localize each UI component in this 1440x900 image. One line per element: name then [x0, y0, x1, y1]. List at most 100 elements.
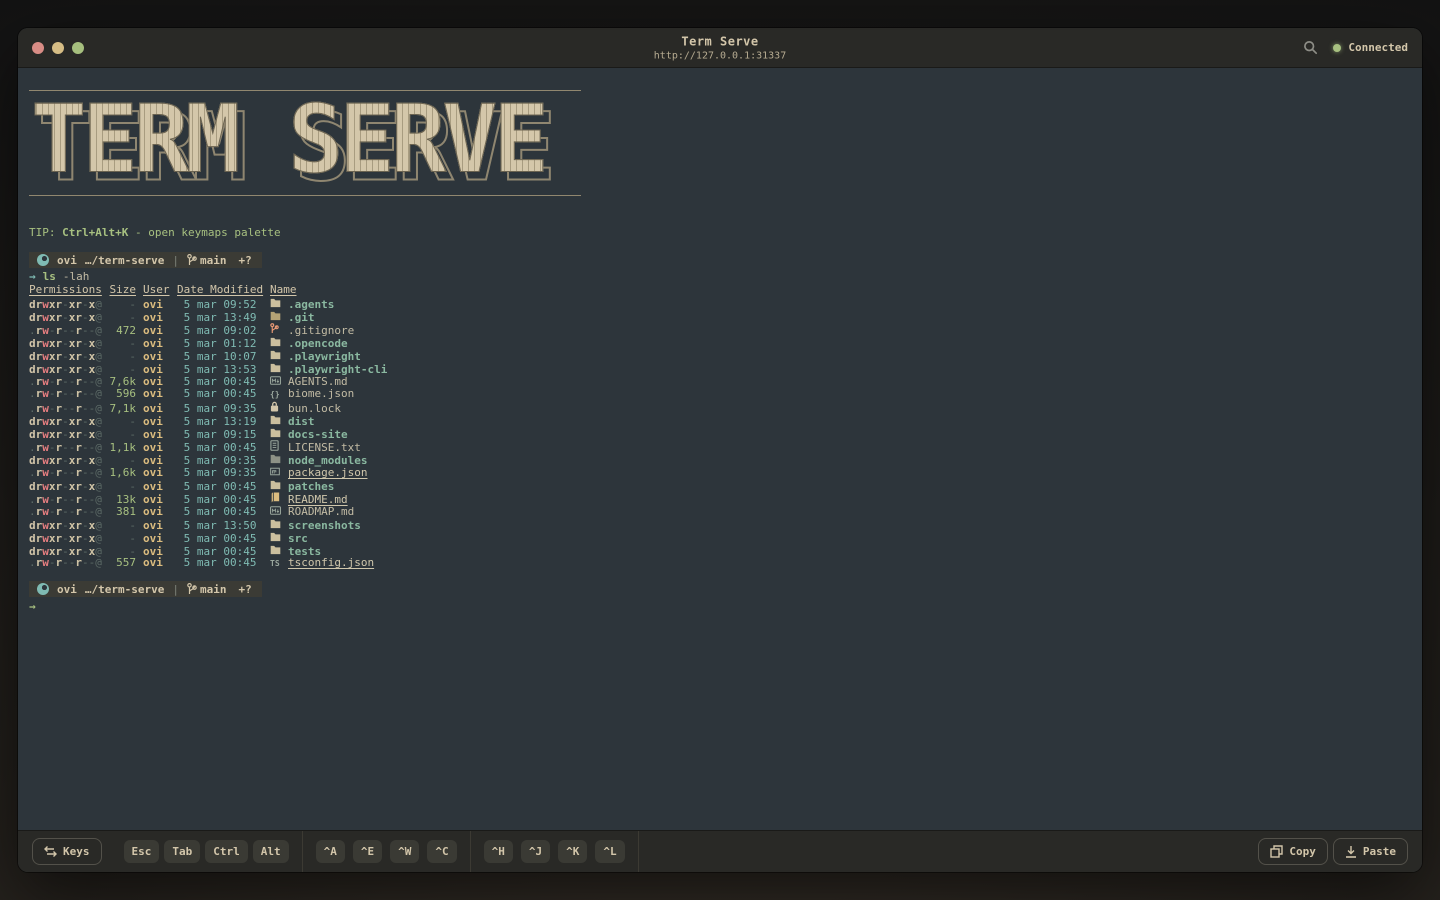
ctrl-e-key-button[interactable]: ^E	[353, 840, 382, 863]
ls-row: drwxr-xr-x@-ovi 5 mar 09:15docs-site	[29, 426, 1408, 439]
maximize-button[interactable]	[72, 42, 84, 54]
os-icon	[37, 583, 49, 595]
ls-row: drwxr-xr-x@-ovi 5 mar 09:35node_modules	[29, 452, 1408, 465]
git-folder-icon	[270, 309, 283, 322]
esc-key-button[interactable]: Esc	[124, 840, 160, 863]
file-permissions: drwxr-xr-x@	[29, 428, 109, 441]
file-permissions: .rw-r--r--@	[29, 402, 109, 415]
folder-icon	[270, 296, 283, 309]
folder-icon	[270, 361, 283, 374]
file-owner: ovi	[143, 415, 170, 428]
file-date: 5 mar 09:02	[177, 324, 263, 337]
file-date: 5 mar 13:50	[177, 519, 263, 532]
ls-row: .rw-r--r--@557ovi 5 mar 00:45TStsconfig.…	[29, 556, 1408, 569]
ctrl-a-key-button[interactable]: ^A	[316, 840, 345, 863]
close-button[interactable]	[32, 42, 44, 54]
file-owner: ovi	[143, 480, 170, 493]
prompt-arrow: →	[29, 600, 36, 613]
file-name: .playwright-cli	[288, 363, 1408, 376]
file-name: .git	[288, 311, 1408, 324]
file-date: 5 mar 09:35	[177, 466, 263, 479]
search-icon[interactable]	[1303, 40, 1319, 56]
ls-column-header: Date Modified	[177, 283, 263, 296]
file-name: tsconfig.json	[288, 556, 1408, 569]
file-name: patches	[288, 480, 1408, 493]
terminal-screen[interactable]: TERM SERVE TERM SERVE TIP: Ctrl+Alt+K - …	[18, 68, 1422, 830]
swap-arrows-icon	[44, 846, 57, 857]
git-branch-icon	[187, 254, 197, 266]
file-owner: ovi	[143, 387, 170, 400]
document-icon	[270, 439, 283, 452]
ls-column-header: Name	[270, 283, 1408, 296]
alt-key-button[interactable]: Alt	[253, 840, 289, 863]
command-args: -lah	[63, 270, 90, 283]
folder-icon	[270, 517, 283, 530]
bottom-toolbar: Keys EscTabCtrlAlt ^A ^E ^W ^C ^H ^J ^K ^L Cop…	[18, 830, 1422, 872]
file-owner: ovi	[143, 337, 170, 350]
file-permissions: .rw-r--r--@	[29, 324, 109, 337]
file-permissions: .rw-r--r--@	[29, 387, 109, 400]
file-permissions: drwxr-xr-x@	[29, 350, 109, 363]
minimize-button[interactable]	[52, 42, 64, 54]
copy-button[interactable]: Copy	[1258, 838, 1328, 865]
ls-row: .rw-r--r--@472ovi 5 mar 09:02.gitignore	[29, 322, 1408, 335]
file-owner: ovi	[143, 363, 170, 376]
ls-row: drwxr-xr-x@-ovi 5 mar 13:53.playwright-c…	[29, 361, 1408, 374]
window-title-group: Term Serve http://127.0.0.1:31337	[654, 34, 786, 61]
file-owner: ovi	[143, 519, 170, 532]
file-size: 1,6k	[109, 466, 136, 479]
file-name: screenshots	[288, 519, 1408, 532]
connected-dot-icon	[1333, 44, 1341, 52]
paste-icon	[1345, 845, 1357, 858]
ctrl-l-key-button[interactable]: ^L	[595, 840, 624, 863]
file-name: .agents	[288, 298, 1408, 311]
file-owner: ovi	[143, 556, 170, 569]
markdown-icon	[270, 374, 283, 387]
file-owner: ovi	[143, 466, 170, 479]
file-size: -	[109, 519, 136, 532]
file-owner: ovi	[143, 441, 170, 454]
file-date: 5 mar 09:35	[177, 402, 263, 415]
file-owner: ovi	[143, 402, 170, 415]
keys-button[interactable]: Keys	[32, 838, 102, 865]
file-date: 5 mar 13:19	[177, 415, 263, 428]
file-owner: ovi	[143, 505, 170, 518]
file-size: -	[109, 350, 136, 363]
command-name: ls	[43, 270, 56, 283]
file-name: bun.lock	[288, 402, 1408, 415]
cursor-line: →	[29, 600, 1408, 613]
folder-icon	[270, 335, 283, 348]
titlebar-controls: Connected	[1303, 40, 1408, 56]
ctrl-k-key-button[interactable]: ^K	[558, 840, 587, 863]
file-permissions: .rw-r--r--@	[29, 441, 109, 454]
file-owner: ovi	[143, 298, 170, 311]
folder-icon	[270, 478, 283, 491]
ctrl-c-key-button[interactable]: ^C	[427, 840, 456, 863]
prompt-arrow: →	[29, 270, 36, 283]
ctrl-h-key-button[interactable]: ^H	[484, 840, 513, 863]
file-permissions: .rw-r--r--@	[29, 466, 109, 479]
readme-book-icon	[270, 491, 283, 504]
file-permissions: drwxr-xr-x@	[29, 337, 109, 350]
file-size: 381	[109, 505, 136, 518]
file-owner: ovi	[143, 428, 170, 441]
paste-button[interactable]: Paste	[1333, 838, 1408, 865]
ctrl-w-key-button[interactable]: ^W	[390, 840, 419, 863]
ctrl-key-button[interactable]: Ctrl	[205, 840, 248, 863]
file-name: .playwright	[288, 350, 1408, 363]
file-permissions: drwxr-xr-x@	[29, 480, 109, 493]
tab-key-button[interactable]: Tab	[164, 840, 200, 863]
git-status: +?	[238, 254, 251, 267]
ls-row: .rw-r--r--@381ovi 5 mar 00:45ROADMAP.md	[29, 504, 1408, 517]
git-branch: main	[187, 254, 227, 267]
ls-output: drwxr-xr-x@-ovi 5 mar 09:52.agentsdrwxr-…	[29, 296, 1408, 569]
ls-row: drwxr-xr-x@-ovi 5 mar 01:12.opencode	[29, 335, 1408, 348]
toolbar-divider	[470, 831, 471, 873]
ls-column-header: Permissions	[29, 283, 109, 296]
ctrl-j-key-button[interactable]: ^J	[521, 840, 550, 863]
file-size: -	[109, 311, 136, 324]
file-date: 5 mar 00:45	[177, 556, 263, 569]
file-size: 596	[109, 387, 136, 400]
file-date: 5 mar 10:07	[177, 350, 263, 363]
file-size: -	[109, 298, 136, 311]
